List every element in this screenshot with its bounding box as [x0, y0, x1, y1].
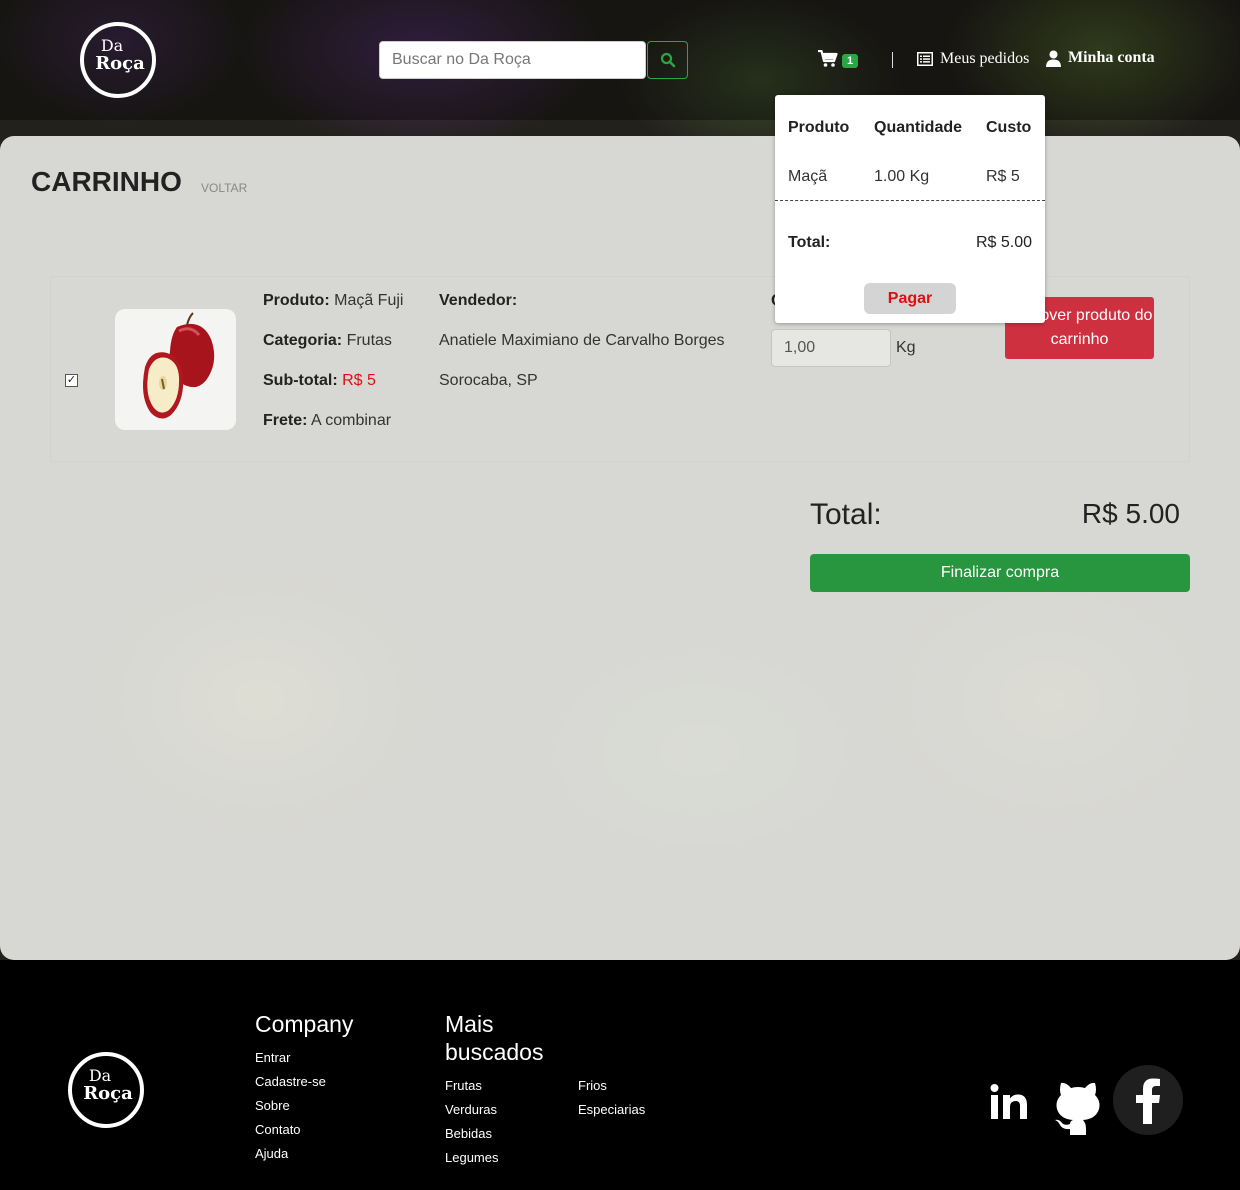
footer-link-especiarias[interactable]: Especiarias: [578, 1102, 645, 1117]
seller-label-line: Vendedor:: [439, 292, 517, 310]
footer-link-sobre[interactable]: Sobre: [255, 1098, 290, 1113]
my-account-label: Minha conta: [1068, 49, 1155, 66]
linkedin-link[interactable]: [985, 1078, 1033, 1126]
popup-total-value: R$ 5.00: [976, 234, 1033, 251]
popular-links-col1: Frutas Verduras Bebidas Legumes: [445, 1078, 498, 1174]
github-icon: [1055, 1082, 1100, 1135]
product-name-line: Produto: Maçã Fuji: [263, 292, 403, 310]
my-account-link[interactable]: Minha conta: [1046, 49, 1155, 67]
product-label: Produto:: [263, 292, 330, 309]
popular-links-col2: Frios Especiarias: [578, 1078, 645, 1126]
footer-link-ajuda[interactable]: Ajuda: [255, 1146, 288, 1161]
total-label: Total:: [810, 498, 882, 531]
shopping-cart-icon: [818, 50, 838, 67]
cart-dropdown: Produto Quantidade Custo Maçã 1.00 Kg R$…: [775, 95, 1045, 323]
shipping-value: A combinar: [311, 412, 392, 429]
popular-heading-line1: Mais: [445, 1011, 494, 1037]
company-links: Entrar Cadastre-se Sobre Contato Ajuda: [255, 1050, 326, 1170]
my-orders-label: Meus pedidos: [940, 50, 1030, 67]
subtotal-line: Sub-total: R$ 5: [263, 372, 376, 390]
my-orders-link[interactable]: Meus pedidos: [917, 50, 1029, 68]
footer-link-legumes[interactable]: Legumes: [445, 1150, 498, 1165]
search-icon: [660, 52, 675, 68]
facebook-link[interactable]: [1113, 1065, 1183, 1135]
pay-button[interactable]: Pagar: [864, 283, 956, 314]
site-header: Da Roça 1 Meus pedidos Minha: [0, 0, 1240, 120]
user-icon: [1046, 50, 1061, 67]
footer-link-verduras[interactable]: Verduras: [445, 1102, 497, 1117]
select-item-checkbox[interactable]: ✓: [65, 374, 78, 387]
company-heading: Company: [255, 1011, 354, 1037]
popup-header-cost: Custo: [986, 119, 1032, 136]
category-value: Frutas: [346, 332, 392, 349]
popular-heading: Mais buscados: [445, 1010, 543, 1066]
popup-header-product: Produto: [788, 119, 850, 136]
footer-link-contato[interactable]: Contato: [255, 1122, 301, 1137]
footer-link-frios[interactable]: Frios: [578, 1078, 607, 1093]
github-link[interactable]: [1052, 1078, 1104, 1136]
search-input[interactable]: [379, 41, 646, 79]
subtotal-label: Sub-total:: [263, 372, 338, 389]
footer-logo[interactable]: Da Roça: [68, 1052, 144, 1128]
list-icon: [917, 52, 933, 66]
shipping-label: Frete:: [263, 412, 308, 429]
site-footer: Da Roça Company Entrar Cadastre-se Sobre…: [0, 960, 1240, 1190]
footer-link-entrar[interactable]: Entrar: [255, 1050, 290, 1065]
popup-divider: [775, 200, 1045, 201]
product-name: Maçã Fuji: [334, 292, 404, 309]
seller-name: Anatiele Maximiano de Carvalho Borges: [439, 332, 725, 349]
checkout-button[interactable]: Finalizar compra: [810, 554, 1190, 592]
product-image: [115, 309, 236, 430]
subtotal-value: R$ 5: [342, 372, 376, 389]
footer-link-frutas[interactable]: Frutas: [445, 1078, 482, 1093]
linkedin-icon: [990, 1084, 1027, 1119]
back-link[interactable]: VOLTAR: [201, 181, 247, 195]
popup-item-cost: R$ 5: [986, 168, 1020, 185]
total-value: R$ 5.00: [1081, 498, 1180, 529]
shipping-line: Frete: A combinar: [263, 412, 391, 430]
page-title: CARRINHO: [31, 166, 182, 197]
category-line: Categoria: Frutas: [263, 332, 392, 350]
seller-location: Sorocaba, SP: [439, 372, 538, 389]
footer-link-bebidas[interactable]: Bebidas: [445, 1126, 492, 1141]
quantity-input[interactable]: [771, 329, 891, 367]
seller-label: Vendedor:: [439, 292, 518, 309]
cart-button[interactable]: 1: [818, 50, 859, 68]
popup-item-quantity: 1.00 Kg: [874, 168, 930, 185]
apple-image: [143, 312, 215, 419]
logo[interactable]: Da Roça: [80, 22, 156, 98]
quantity-unit: Kg: [896, 339, 916, 356]
popular-heading-line2: buscados: [445, 1039, 544, 1065]
facebook-icon: [1136, 1078, 1160, 1124]
footer-logo-text-line2: Roça: [83, 1083, 133, 1104]
cart-count-badge: 1: [842, 54, 859, 68]
footer-link-cadastre[interactable]: Cadastre-se: [255, 1074, 326, 1089]
logo-text-line2: Roça: [95, 53, 145, 74]
nav-divider: [892, 52, 893, 68]
popup-total-label: Total:: [788, 234, 831, 251]
popup-header-quantity: Quantidade: [874, 119, 963, 136]
category-label: Categoria:: [263, 332, 343, 349]
search-button[interactable]: [647, 41, 688, 79]
cart-panel: CARRINHO VOLTAR ✓ Produto: Maçã Fuji Cat…: [0, 136, 1240, 960]
popup-item-name: Maçã: [788, 168, 828, 185]
